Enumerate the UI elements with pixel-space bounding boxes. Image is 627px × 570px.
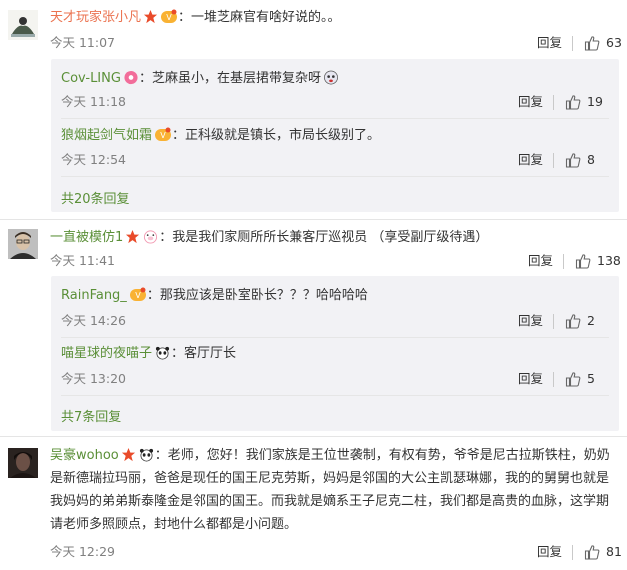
comment-3-time: 今天 12:29 [50, 544, 115, 559]
comment-2-time: 今天 11:41 [50, 253, 115, 268]
reply-1-2-text: ：正科级就是镇长，市局长级别了。 [172, 128, 381, 143]
reply-1-1-time: 今天 11:18 [61, 94, 126, 109]
panda-badge-icon [154, 345, 171, 366]
reply-1-1-like-count: 19 [587, 94, 603, 109]
separator [553, 153, 554, 168]
comment-2-more-replies-link[interactable]: 共7条回复 [61, 406, 121, 425]
reply-1-1-header: Cov-LING ：芝麻虽小，在基层捃带复杂呀 [61, 70, 339, 91]
avatar-image-icon [8, 10, 38, 40]
comment-1-like-button[interactable]: 63 [584, 35, 622, 51]
reply-2-1-like-count: 2 [587, 313, 595, 328]
reply-2-2-header: 喵星球的夜喵子 ：客厅厅长 [61, 345, 236, 366]
comment-2-replies: RainFang_ V ：那我应该是卧室卧长？？？哈哈哈哈 今天 14:26 回复 … [51, 276, 619, 431]
comment-3-username[interactable]: 吴豪wohoo [50, 448, 119, 463]
thumbs-up-icon [565, 372, 581, 387]
reply-2-2-text: ：客厅厅长 [171, 346, 237, 361]
avatar-image-icon [8, 229, 38, 259]
pig-badge-icon [142, 229, 159, 250]
vip-badge-icon: V [160, 9, 178, 30]
separator [553, 314, 554, 329]
star-badge-icon [125, 229, 140, 250]
thumbs-up-icon [584, 36, 600, 51]
comment-2-header: 一直被模仿1 ：我是我们家厕所所长兼客厅巡视员 （享受副厅级待遇） [50, 229, 488, 250]
svg-text:V: V [166, 13, 172, 22]
reply-2-1-reply-button[interactable]: 回复 [518, 313, 543, 329]
comment-3-text-line-2: 是新德瑞拉玛丽，爸爸是现任的国王尼克劳斯，妈妈是邻国的大公主凯瑟琳娜，我的的舅舅… [50, 471, 610, 486]
reply-1-2-like-button[interactable]: 8 [565, 152, 595, 168]
comment-1-more-replies-link[interactable]: 共20条回复 [61, 188, 130, 207]
reply-1-2-header: 狼烟起剑气如霜 V ：正科级就是镇长，市局长级别了。 [61, 127, 380, 148]
comment-3-text-line-4: 请老师多照顾点，封地什么都都是小问题。 [50, 517, 298, 532]
thumbs-up-icon [584, 545, 600, 560]
separator [553, 372, 554, 387]
avatar-comment-2[interactable] [8, 229, 38, 259]
separator [563, 254, 564, 269]
star-badge-icon [121, 447, 136, 468]
reply-2-2-like-count: 5 [587, 371, 595, 386]
star-badge-icon [143, 9, 158, 30]
reply-2-1-like-button[interactable]: 2 [565, 313, 595, 329]
reply-1-2-username[interactable]: 狼烟起剑气如霜 [61, 128, 152, 143]
comment-3-line-1: 吴豪wohoo ：老师，您好！我们家族是王位世袭制，有权有势，爷爷是尼古拉斯铁柱，… [50, 447, 610, 468]
avatar-image-icon [8, 448, 38, 478]
comment-2-username[interactable]: 一直被模仿1 [50, 230, 123, 245]
comment-1-replies: Cov-LING ：芝麻虽小，在基层捃带复杂呀 今天 11:18 回复 19 狼烟… [51, 59, 619, 212]
comment-1-like-count: 63 [606, 35, 622, 50]
reply-1-1-reply-button[interactable]: 回复 [518, 94, 543, 110]
separator [572, 36, 573, 51]
reply-2-2-like-button[interactable]: 5 [565, 371, 595, 387]
reply-1-2-reply-button[interactable]: 回复 [518, 152, 543, 168]
comment-2: 一直被模仿1 ：我是我们家厕所所长兼客厅巡视员 （享受副厅级待遇） 今天 11:4… [0, 220, 627, 435]
thumbs-up-icon [575, 254, 591, 269]
comment-3-like-count: 81 [606, 544, 622, 559]
reply-1-2-like-count: 8 [587, 152, 595, 167]
comment-2-like-count: 138 [597, 253, 621, 268]
emoji-scared-icon [323, 70, 339, 91]
comment-1-reply-button[interactable]: 回复 [537, 35, 562, 51]
divider [61, 176, 609, 177]
reply-2-1-text: ：那我应该是卧室卧长？？？哈哈哈哈 [146, 288, 368, 303]
reply-2-2-reply-button[interactable]: 回复 [518, 371, 543, 387]
reply-2-2-username[interactable]: 喵星球的夜喵子 [61, 346, 152, 361]
thumbs-up-icon [565, 95, 581, 110]
reply-1-1-text: ：芝麻虽小，在基层捃带复杂呀 [138, 71, 321, 86]
divider [61, 395, 609, 396]
reply-2-2-time: 今天 13:20 [61, 371, 126, 386]
reply-1-1-like-button[interactable]: 19 [565, 94, 603, 110]
divider [61, 118, 609, 119]
svg-text:V: V [135, 291, 141, 300]
panda-badge-icon [138, 447, 155, 468]
reply-2-1-username[interactable]: RainFang_ [61, 288, 127, 303]
separator [553, 95, 554, 110]
svg-text:V: V [160, 131, 166, 140]
comment-3-like-button[interactable]: 81 [584, 544, 622, 560]
comment-2-text: ：我是我们家厕所所长兼客厅巡视员 （享受副厅级待遇） [159, 230, 489, 245]
comment-1-text: ：一堆芝麻官有啥好说的。。 [178, 10, 341, 25]
reply-2-1-time: 今天 14:26 [61, 313, 126, 328]
comment-1-username[interactable]: 天才玩家张小凡 [50, 10, 141, 25]
comment-3-text-line-1: ：老师，您好！我们家族是王位世袭制，有权有势，爷爷是尼古拉斯铁柱，奶奶 [154, 448, 610, 463]
reply-1-2-time: 今天 12:54 [61, 152, 126, 167]
avatar-comment-3[interactable] [8, 448, 38, 478]
donut-badge-icon [123, 70, 139, 91]
comment-3: 吴豪wohoo ：老师，您好！我们家族是王位世袭制，有权有势，爷爷是尼古拉斯铁柱，… [0, 437, 627, 570]
reply-1-1-username[interactable]: Cov-LING [61, 71, 121, 86]
comment-2-like-button[interactable]: 138 [575, 253, 621, 269]
comment-3-reply-button[interactable]: 回复 [537, 544, 562, 560]
separator [572, 545, 573, 560]
comment-2-reply-button[interactable]: 回复 [528, 253, 553, 269]
comment-3-text-line-3: 我妈妈的弟弟斯泰隆金是邻国的国王。而我就是嫡系王子尼克二柱，我们都是高贵的血脉，… [50, 494, 610, 509]
reply-2-1-header: RainFang_ V ：那我应该是卧室卧长？？？哈哈哈哈 [61, 287, 368, 308]
divider [61, 337, 609, 338]
vip-badge-icon: V [154, 127, 172, 148]
comment-1-time: 今天 11:07 [50, 35, 115, 50]
thumbs-up-icon [565, 153, 581, 168]
comment-1: 天才玩家张小凡 V ：一堆芝麻官有啥好说的。。 今天 11:07 回复 63 Cov… [0, 0, 627, 212]
avatar-comment-1[interactable] [8, 10, 38, 40]
thumbs-up-icon [565, 314, 581, 329]
vip-badge-icon: V [129, 287, 147, 308]
comment-1-header: 天才玩家张小凡 V ：一堆芝麻官有啥好说的。。 [50, 9, 341, 30]
